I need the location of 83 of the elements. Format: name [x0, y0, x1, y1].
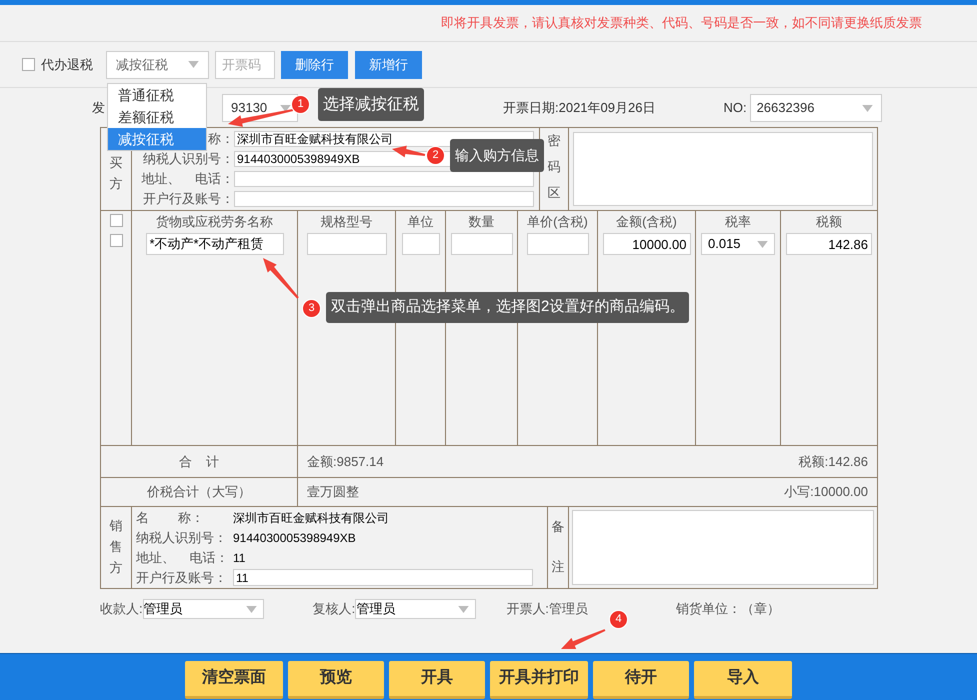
checkbox-label: 代办退税 [41, 56, 93, 74]
step-tooltip: 输入购方信息 [450, 139, 544, 172]
action-button[interactable]: 开具 [389, 660, 485, 698]
step-tooltip: 选择减按征税 [318, 88, 424, 121]
checkbox[interactable] [110, 214, 122, 227]
step-tooltip: 双击弹出商品选择菜单，选择图2设置好的商品编码。 [326, 292, 690, 323]
column-header: 数量 [468, 213, 494, 231]
side-label: 销售方 [110, 517, 122, 577]
tax-method-select[interactable]: 减按征税 [106, 50, 209, 78]
field-label: 名 称： [136, 508, 205, 527]
caret-icon [862, 104, 873, 112]
side-label: 密码区 [548, 132, 560, 202]
table-input[interactable] [402, 233, 440, 255]
person-select[interactable]: 管理员 [355, 599, 476, 619]
field-value: 11 [233, 550, 246, 566]
invoice-number-select[interactable]: 26632396 [750, 94, 882, 122]
issuer-text: 开票人:管理员 [506, 600, 588, 618]
arrow [263, 258, 299, 299]
invoice-date: 开票日期:2021年09月26日 [503, 99, 656, 118]
seller-unit-text: 销货单位：（章） [676, 600, 780, 618]
row-label: 价税合计（大写） [147, 483, 251, 502]
table-input[interactable] [450, 233, 512, 255]
field-label: 复核人: [312, 600, 356, 618]
notice-text: 即将开具发票，请认真核对发票种类、代码、号码是否一致，如不同请更换纸质发票 [441, 14, 922, 32]
table-input[interactable]: 10000.00 [602, 233, 690, 255]
total-text: 金额:9857.14 [307, 452, 384, 471]
column-header: 单价(含税) [527, 213, 588, 231]
field-label: 地址、 电话： [136, 548, 230, 567]
field-label: 称： [208, 130, 234, 148]
arrow [561, 629, 606, 649]
checkbox[interactable] [22, 58, 35, 71]
arrow [392, 146, 426, 158]
action-button[interactable]: 清空票面 [185, 660, 283, 698]
dropdown-item[interactable]: 减按征税 [108, 128, 206, 150]
table-input[interactable] [306, 233, 386, 255]
tax-rate-select[interactable]: 0.015 [701, 233, 775, 255]
code-input[interactable]: 开票码 [215, 50, 275, 78]
total-text: 税额:142.86 [798, 452, 868, 471]
text-input[interactable] [234, 171, 534, 187]
total-text: 小写:10000.00 [784, 483, 868, 502]
table-input[interactable]: *不动产*不动产租赁 [146, 233, 284, 255]
caret-icon [280, 104, 291, 112]
table-input[interactable] [526, 233, 588, 255]
total-text: 壹万圆整 [307, 483, 359, 502]
column-header: 货物或应税劳务名称 [156, 213, 273, 231]
person-select[interactable]: 管理员 [142, 599, 264, 619]
field-value: 深圳市百旺金赋科技有限公司 [233, 510, 389, 526]
checkbox[interactable] [110, 234, 122, 247]
column-header: 单位 [408, 213, 434, 231]
action-button[interactable]: 预览 [288, 660, 384, 698]
toolbar-button[interactable]: 新增行 [355, 50, 422, 78]
action-button[interactable]: 待开 [593, 660, 689, 698]
side-label: 备注 [552, 518, 564, 576]
action-button[interactable]: 导入 [694, 660, 792, 698]
field-value: 9144030005398949XB [233, 530, 356, 546]
field-label: 收款人: [100, 600, 143, 618]
column-header: 税额 [816, 213, 842, 231]
step-badge: 3 [302, 299, 321, 318]
column-header: 金额(含税) [616, 213, 677, 231]
step-badge: 1 [291, 95, 310, 114]
field-label: 开户行及账号： [143, 190, 234, 208]
caret-icon [188, 61, 199, 68]
field-label: 纳税人识别号： [143, 150, 234, 168]
field-label: 开户行及账号： [136, 568, 228, 587]
caret-icon [458, 606, 470, 612]
row-label: 合 计 [178, 452, 220, 471]
step-badge: 4 [609, 610, 628, 629]
column-header: 规格型号 [320, 213, 372, 231]
caret-icon [757, 240, 768, 248]
side-label: 买方 [110, 154, 122, 193]
dropdown-item[interactable]: 普通征税 [108, 84, 206, 106]
caret-icon [246, 606, 257, 612]
text-input[interactable]: 11 [233, 569, 533, 586]
text-input[interactable] [234, 191, 534, 207]
action-button[interactable]: 开具并打印 [490, 660, 588, 698]
column-header: 税率 [725, 213, 751, 231]
field-label: 纳税人识别号： [136, 528, 228, 547]
field-label: 发 [92, 99, 105, 118]
toolbar-button[interactable]: 删除行 [281, 50, 348, 78]
field-label: 地址、 电话： [142, 170, 234, 188]
table-input[interactable]: 142.86 [786, 233, 872, 255]
dropdown-item[interactable]: 差额征税 [108, 106, 206, 128]
field-label: NO: [723, 99, 747, 118]
